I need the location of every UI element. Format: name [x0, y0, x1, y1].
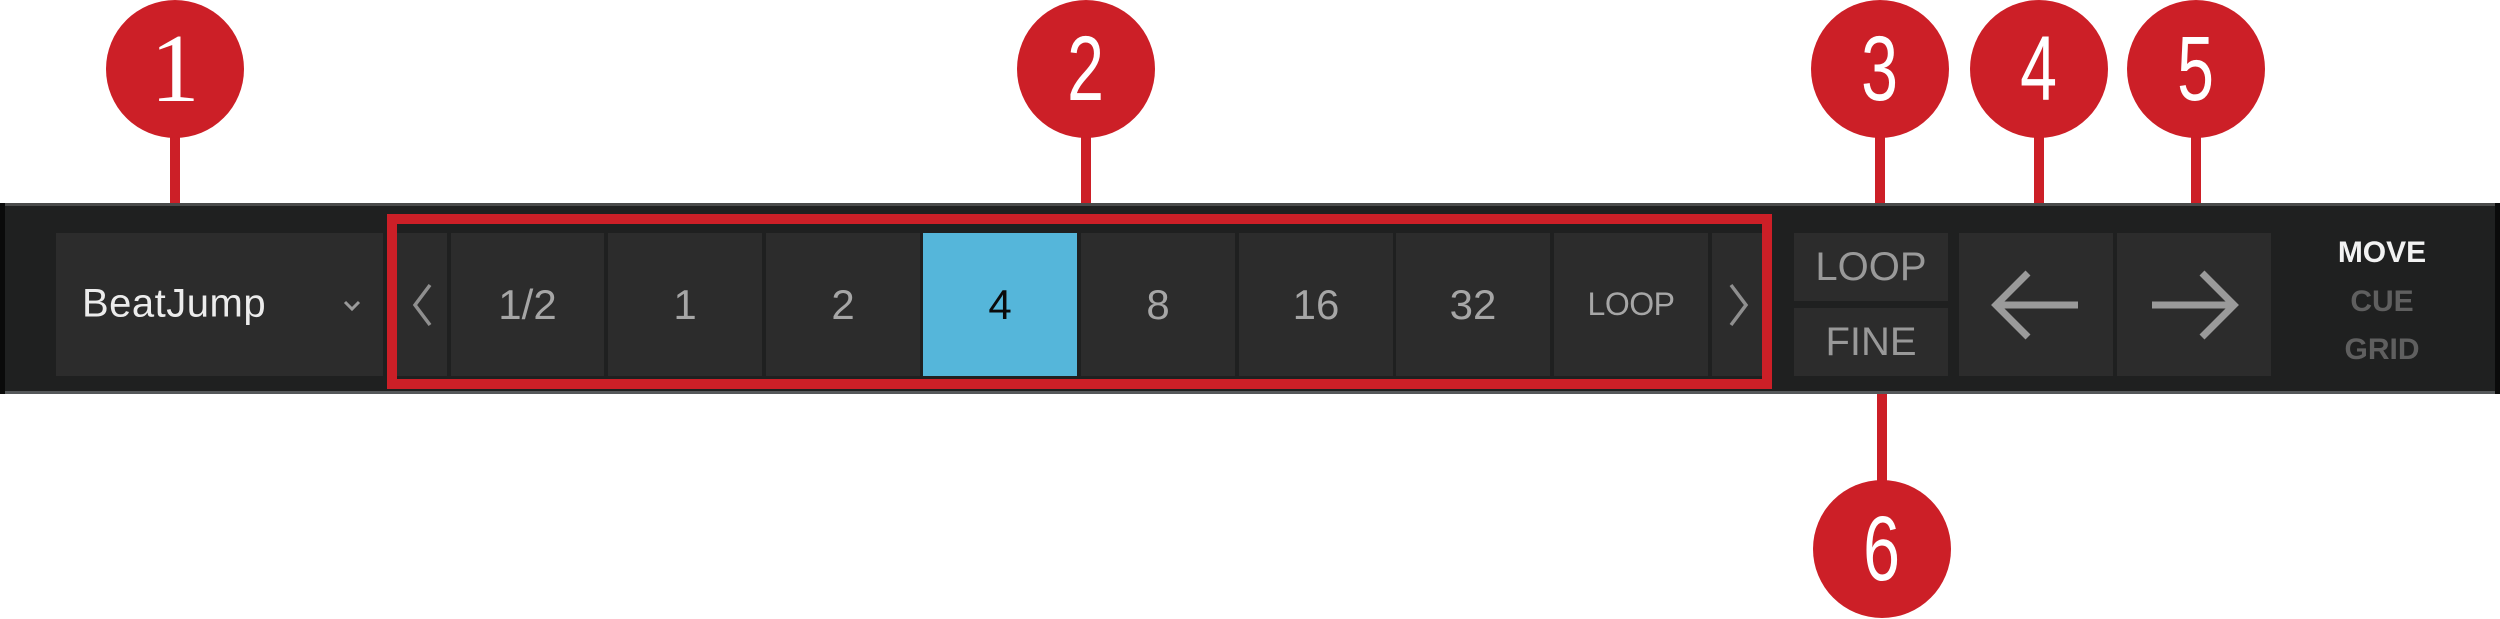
jump-size-label: 16 [1292, 280, 1340, 328]
jump-size-1[interactable]: 1 [608, 233, 762, 376]
callout-number: 3 [1861, 18, 1899, 120]
move-mode-grid[interactable]: GRID [2307, 333, 2457, 367]
jump-size-16[interactable]: 16 [1239, 233, 1393, 376]
jump-size-label: LOOP [1587, 286, 1675, 322]
arrow-left-icon [1991, 270, 2078, 339]
callout-number: 1 [150, 15, 200, 123]
jump-forward-button[interactable] [2117, 233, 2271, 376]
jump-size-8[interactable]: 8 [1081, 233, 1235, 376]
fine-button-label: FINE [1825, 319, 1917, 364]
jump-size-label: 32 [1449, 280, 1497, 328]
move-mode-cue[interactable]: CUE [2307, 285, 2457, 319]
mode-dropdown[interactable]: BeatJump [56, 233, 383, 376]
chevron-right-icon [1729, 283, 1748, 326]
fine-button[interactable]: FINE [1794, 308, 1948, 376]
loop-button[interactable]: LOOP [1794, 233, 1948, 301]
arrow-right-icon [2152, 270, 2239, 339]
jump-size-1-2[interactable]: 1/2 [451, 233, 604, 376]
callout-2: 2 [1017, 0, 1155, 138]
jump-size-next-button[interactable] [1712, 233, 1765, 376]
toolbar-right-edge [2495, 203, 2500, 394]
jump-size-label: 8 [1146, 280, 1170, 328]
callout-5: 5 [2127, 0, 2265, 138]
jump-size-loop[interactable]: LOOP [1554, 233, 1708, 376]
toolbar-left-edge [0, 203, 5, 394]
callout-number: 5 [2177, 18, 2215, 120]
loop-button-label: LOOP [1815, 244, 1927, 289]
jump-size-prev-button[interactable] [396, 233, 447, 376]
jump-size-2[interactable]: 2 [766, 233, 920, 376]
callout-6: 6 [1813, 480, 1951, 618]
callout-4: 4 [1970, 0, 2108, 138]
jump-backward-button[interactable] [1959, 233, 2113, 376]
chevron-down-icon [343, 300, 361, 312]
callout-3: 3 [1811, 0, 1949, 138]
callout-number: 6 [1863, 498, 1901, 600]
jump-size-label: 2 [831, 280, 855, 328]
jump-size-label: 1/2 [498, 280, 557, 328]
callout-number: 4 [2020, 18, 2058, 120]
chevron-left-icon [412, 283, 431, 326]
callout-number: 2 [1067, 18, 1105, 120]
jump-size-4[interactable]: 4 [923, 233, 1077, 376]
mode-dropdown-value: BeatJump [82, 281, 267, 326]
jump-size-label: 1 [673, 280, 697, 328]
jump-size-32[interactable]: 32 [1396, 233, 1550, 376]
jump-size-label: 4 [988, 280, 1012, 328]
move-mode-move[interactable]: MOVE [2307, 236, 2457, 270]
callout-1: 1 [106, 0, 244, 138]
